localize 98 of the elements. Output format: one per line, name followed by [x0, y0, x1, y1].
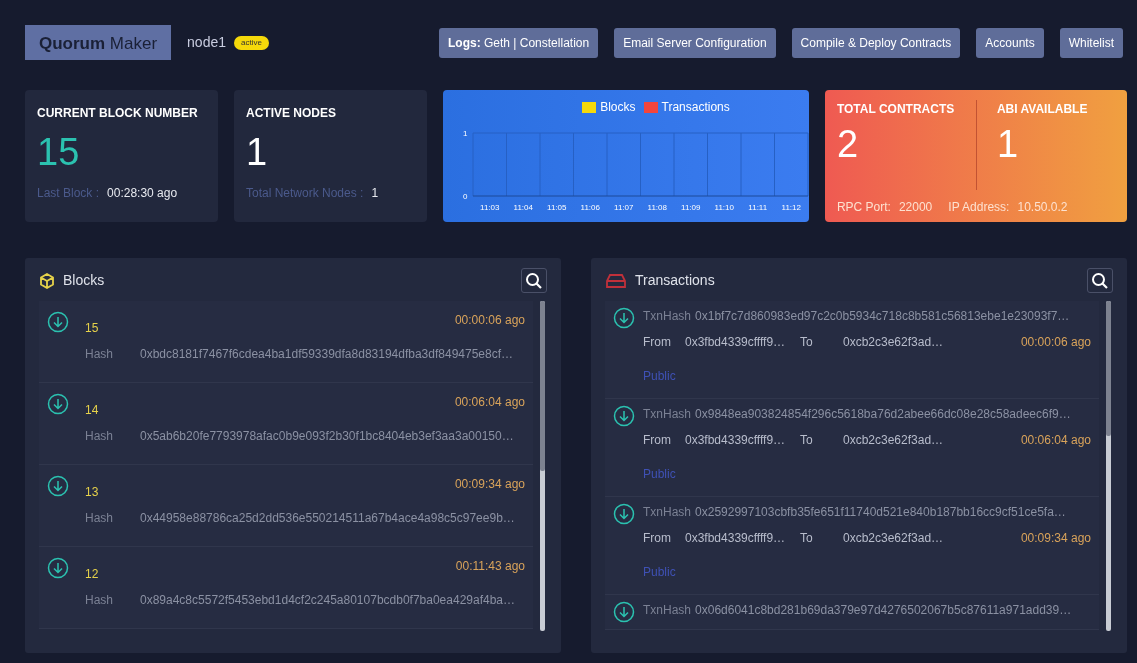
hash-value: 0x9848ea903824854f296c5618ba76d2abee66dc08e28c58adeec6f9…	[695, 406, 1071, 423]
download-icon	[613, 307, 635, 329]
header-button[interactable]: Whitelist	[1059, 27, 1123, 58]
from-label: From	[643, 432, 672, 449]
axis-tick-label: 11:08	[647, 203, 667, 212]
axis-tick-label: 11:06	[580, 203, 600, 212]
legend-swatch	[643, 101, 658, 113]
block-number: 13	[85, 484, 99, 501]
block-number: 14	[85, 402, 99, 419]
legend-label: Blocks	[600, 99, 636, 116]
block-time: 00:11:43 ago	[455, 558, 525, 575]
download-icon	[613, 405, 635, 427]
ip-label: IP Address:	[948, 199, 1010, 216]
scrollbar[interactable]	[1106, 301, 1111, 631]
ip-address: 10.50.0.2	[1017, 199, 1068, 216]
brand-logo: Quorum Maker	[25, 25, 172, 60]
status-badge: active	[234, 35, 269, 50]
transaction-time: 00:09:34 ago	[1020, 530, 1091, 547]
hash-label: TxnHash	[643, 406, 692, 423]
stat-title: ACTIVE NODES	[246, 105, 337, 122]
hash-value: 0x89a4c8c5572f5453ebd1d4cf2c245a80107bcdb0f7ba0ea429af4ba…	[140, 592, 515, 609]
stat-label: Last Block :	[37, 184, 100, 202]
download-icon	[47, 475, 69, 497]
axis-tick-label: 1	[463, 129, 468, 138]
privacy-label: Public	[643, 564, 676, 581]
hash-value: 0x2592997103cbfb35fe651f11740d521e840b187bb16cc9cf51ce5fa…	[695, 504, 1066, 521]
download-icon	[47, 311, 69, 333]
hash-value: 0x1bf7c7d860983ed97c2c0b5934c718c8b581c56813ebe1e23093f7…	[695, 308, 1070, 325]
axis-tick-label: 11:05	[547, 203, 567, 212]
hash-value: 0xbdc8181f7467f6cdea4ba1df59339dfa8d83194dfba3df849475e8cf…	[140, 346, 513, 363]
stat-footer-value: 1	[371, 184, 379, 202]
transaction-time: 00:00:06 ago	[1020, 334, 1091, 351]
from-label: From	[643, 530, 672, 547]
panel-title: Blocks	[63, 271, 105, 290]
from-label: From	[643, 334, 672, 351]
hash-label: Hash	[85, 592, 114, 609]
to-address: 0xcb2c3e62f3ad…	[843, 530, 944, 547]
header-button[interactable]: Compile & Deploy Contracts	[791, 27, 961, 58]
to-address: 0xcb2c3e62f3ad…	[843, 432, 944, 449]
axis-tick-label: 11:03	[480, 203, 500, 212]
stat-value: 15	[37, 130, 81, 175]
header-button[interactable]: Email Server Configuration	[614, 27, 776, 58]
search-button[interactable]	[521, 268, 547, 293]
block-time: 00:09:34 ago	[454, 476, 525, 493]
hash-label: Hash	[85, 428, 114, 445]
stat-title: TOTAL CONTRACTS	[836, 101, 956, 118]
stat-label: Total Network Nodes :	[246, 184, 364, 202]
header-button[interactable]: Logs: Geth | Constellation	[438, 27, 599, 58]
from-address: 0x3fbd4339cffff9…	[685, 432, 787, 449]
axis-tick-label: 11:11	[748, 203, 768, 212]
stat-title: ABI AVAILABLE	[996, 101, 1089, 118]
axis-tick-label: 11:07	[614, 203, 634, 212]
hash-label: TxnHash	[643, 602, 692, 619]
axis-tick-label: 11:04	[513, 203, 533, 212]
stat-value: 1	[246, 130, 269, 175]
rpc-port: 22000	[898, 199, 933, 216]
header-button[interactable]: Accounts	[976, 27, 1044, 58]
axis-tick-label: 11:09	[681, 203, 701, 212]
transaction-time: 00:06:04 ago	[1020, 432, 1091, 449]
block-number: 15	[85, 320, 99, 337]
hash-value: 0x44958e88786ca25d2dd536e550214511a67b4ace4a98c5c97ee9b…	[140, 510, 515, 527]
node-name: node1	[187, 33, 226, 52]
stat-value: 1	[996, 122, 1020, 167]
privacy-label: Public	[643, 466, 676, 483]
axis-tick-label: 11:10	[714, 203, 734, 212]
download-icon	[47, 557, 69, 579]
to-label: To	[800, 530, 814, 547]
privacy-label: Public	[643, 368, 676, 385]
legend-label: Transactions	[661, 99, 730, 116]
hash-label: TxnHash	[643, 504, 692, 521]
hash-label: Hash	[85, 346, 114, 363]
download-icon	[613, 601, 635, 623]
to-label: To	[800, 432, 814, 449]
block-time: 00:06:04 ago	[454, 394, 525, 411]
to-address: 0xcb2c3e62f3ad…	[843, 334, 944, 351]
hash-value: 0x06d6041c8bd281b69da379e97d4276502067b5c87611a971add39…	[695, 602, 1072, 619]
axis-tick-label: 0	[463, 192, 468, 201]
to-label: To	[800, 334, 814, 351]
axis-tick-label: 11:12	[781, 203, 801, 212]
stat-value: 2	[836, 122, 860, 167]
download-icon	[47, 393, 69, 415]
stat-title: CURRENT BLOCK NUMBER	[37, 105, 199, 122]
hash-label: TxnHash	[643, 308, 692, 325]
scrollbar[interactable]	[540, 301, 545, 631]
block-number: 12	[85, 566, 99, 583]
stat-footer-value: 00:28:30 ago	[107, 184, 178, 202]
from-address: 0x3fbd4339cffff9…	[685, 530, 787, 547]
hash-value: 0x5ab6b20fe7793978afac0b9e093f2b30f1bc8404eb3ef3aa3a00150…	[140, 428, 514, 445]
drawer-icon	[605, 272, 627, 289]
rpc-label: RPC Port:	[836, 199, 891, 216]
cube-icon	[39, 272, 55, 289]
legend-swatch	[582, 101, 597, 113]
panel-title: Transactions	[635, 271, 715, 290]
block-time: 00:00:06 ago	[454, 312, 525, 329]
from-address: 0x3fbd4339cffff9…	[685, 334, 787, 351]
hash-label: Hash	[85, 510, 114, 527]
download-icon	[613, 503, 635, 525]
search-button[interactable]	[1087, 268, 1113, 293]
